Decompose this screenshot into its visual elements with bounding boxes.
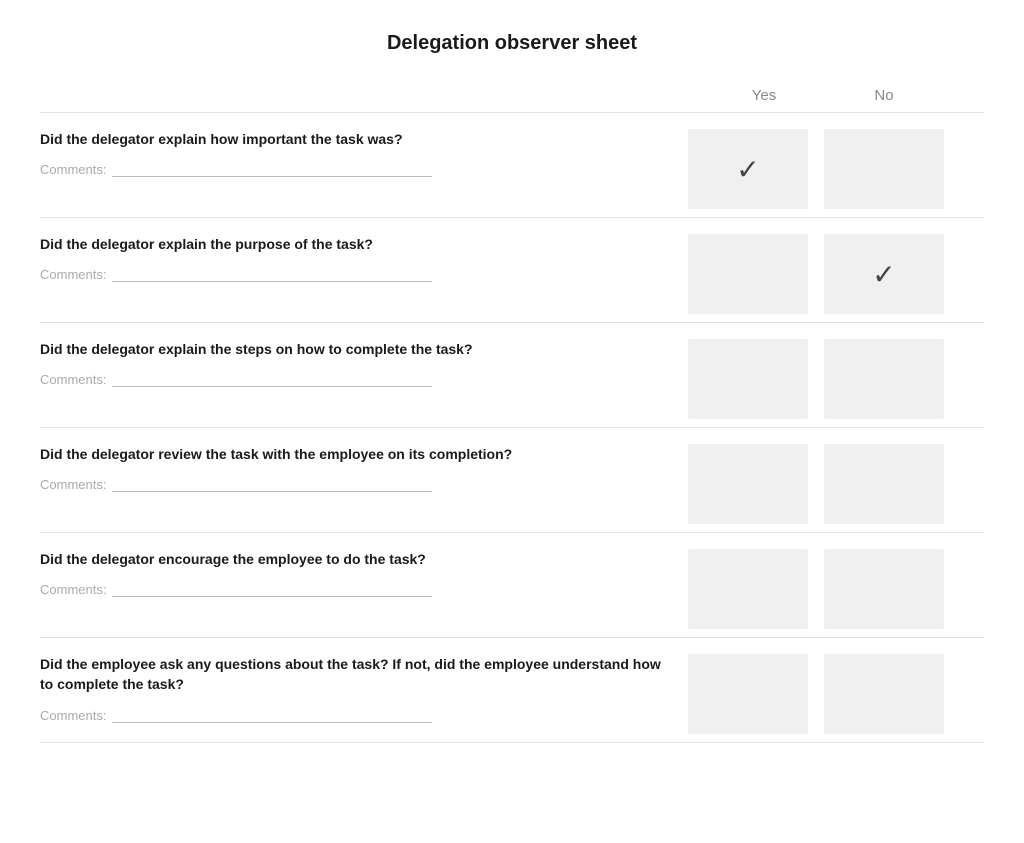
answer-cells [688,654,984,734]
answer-cells: ✓ [688,129,984,209]
question-text-2: Did the delegator explain the purpose of… [40,234,668,254]
no-cell-4[interactable] [824,444,944,524]
question-content: Did the delegator explain the purpose of… [40,234,688,314]
comments-input-3[interactable] [112,369,432,387]
comments-label: Comments: [40,477,106,492]
yes-cell-5[interactable] [688,549,808,629]
yes-cell-6[interactable] [688,654,808,734]
comments-label: Comments: [40,372,106,387]
yes-cell-1[interactable]: ✓ [688,129,808,209]
question-row: Did the delegator encourage the employee… [40,532,984,637]
yes-cell-3[interactable] [688,339,808,419]
question-content: Did the delegator review the task with t… [40,444,688,524]
comments-input-2[interactable] [112,264,432,282]
question-row: Did the delegator explain the steps on h… [40,322,984,427]
question-text-6: Did the employee ask any questions about… [40,654,668,695]
question-content: Did the delegator explain how important … [40,129,688,209]
question-text-1: Did the delegator explain how important … [40,129,668,149]
no-column-header: No [824,87,944,104]
comments-row: Comments: [40,369,668,387]
question-content: Did the delegator explain the steps on h… [40,339,688,419]
question-content: Did the delegator encourage the employee… [40,549,688,629]
comments-row: Comments: [40,705,668,723]
question-text-4: Did the delegator review the task with t… [40,444,668,464]
comments-input-4[interactable] [112,474,432,492]
answer-cells [688,444,984,524]
question-content: Did the employee ask any questions about… [40,654,688,734]
no-cell-1[interactable] [824,129,944,209]
comments-row: Comments: [40,579,668,597]
question-row: Did the delegator explain the purpose of… [40,217,984,322]
yes-column-header: Yes [704,87,824,104]
column-headers: Yes No [40,87,984,104]
answer-cells [688,549,984,629]
question-text-5: Did the delegator encourage the employee… [40,549,668,569]
yes-cell-4[interactable] [688,444,808,524]
checkmark-icon: ✓ [872,258,895,291]
question-row: Did the employee ask any questions about… [40,637,984,743]
comments-label: Comments: [40,162,106,177]
comments-input-5[interactable] [112,579,432,597]
no-cell-3[interactable] [824,339,944,419]
checkmark-icon: ✓ [736,153,759,186]
question-row: Did the delegator review the task with t… [40,427,984,532]
question-row: Did the delegator explain how important … [40,112,984,217]
no-cell-6[interactable] [824,654,944,734]
no-cell-2[interactable]: ✓ [824,234,944,314]
comments-label: Comments: [40,582,106,597]
answer-cells: ✓ [688,234,984,314]
questions-list: Did the delegator explain how important … [40,112,984,743]
comments-label: Comments: [40,267,106,282]
comments-label: Comments: [40,708,106,723]
answer-cells [688,339,984,419]
page: Delegation observer sheet Yes No Did the… [0,0,1024,843]
comments-input-6[interactable] [112,705,432,723]
page-title: Delegation observer sheet [40,24,984,55]
question-text-3: Did the delegator explain the steps on h… [40,339,668,359]
comments-row: Comments: [40,159,668,177]
comments-input-1[interactable] [112,159,432,177]
comments-row: Comments: [40,264,668,282]
no-cell-5[interactable] [824,549,944,629]
comments-row: Comments: [40,474,668,492]
yes-cell-2[interactable] [688,234,808,314]
